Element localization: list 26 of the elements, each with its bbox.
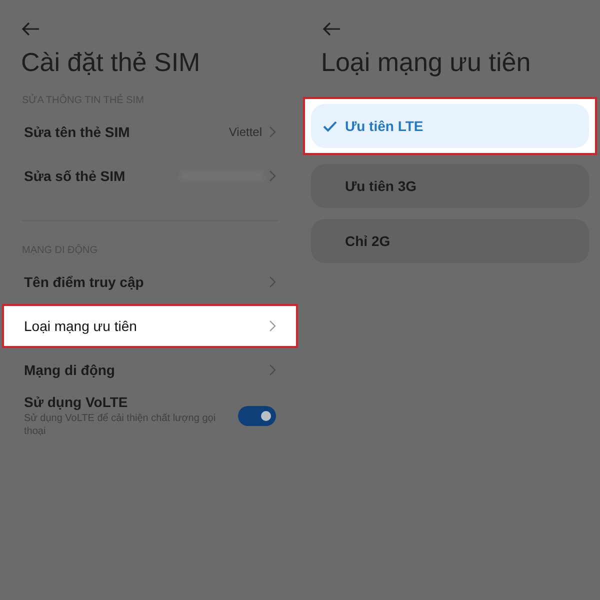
chevron-icon (269, 320, 276, 332)
back-icon[interactable] (323, 22, 341, 36)
item-value: Viettel (228, 125, 262, 139)
chevron-icon (269, 276, 276, 288)
page-title: Loại mạng ưu tiên (320, 46, 532, 79)
item-label: Sửa tên thẻ SIM (24, 124, 131, 140)
settings-item[interactable]: Mạng di động (2, 348, 298, 392)
item-label: Tên điểm truy cập (24, 274, 145, 290)
settings-item[interactable]: Sửa tên thẻ SIM Viettel (2, 110, 298, 154)
chevron-icon (269, 126, 276, 138)
toggle-switch[interactable] (238, 406, 276, 426)
page-title: Cài đặt thẻ SIM (20, 46, 202, 79)
chevron-icon (269, 170, 276, 182)
settings-item[interactable]: Tên điểm truy cập (2, 260, 298, 304)
item-label: Mạng di động (24, 362, 116, 378)
settings-item[interactable]: Loại mạng ưu tiên (2, 304, 298, 348)
settings-item[interactable]: Sửa số thẻ SIM (2, 154, 298, 198)
network-option[interactable]: Chỉ 2G (311, 219, 589, 263)
back-icon[interactable] (22, 22, 40, 36)
item-label: Loại mạng ưu tiên (24, 318, 138, 334)
check-icon (323, 120, 337, 132)
network-option[interactable]: Ưu tiên LTE (311, 104, 589, 148)
item-label: Sửa số thẻ SIM (24, 168, 126, 184)
chevron-icon (269, 364, 276, 376)
item-label: Sử dụng VoLTE (24, 394, 129, 410)
network-option[interactable]: Ưu tiên 3G (311, 164, 589, 208)
